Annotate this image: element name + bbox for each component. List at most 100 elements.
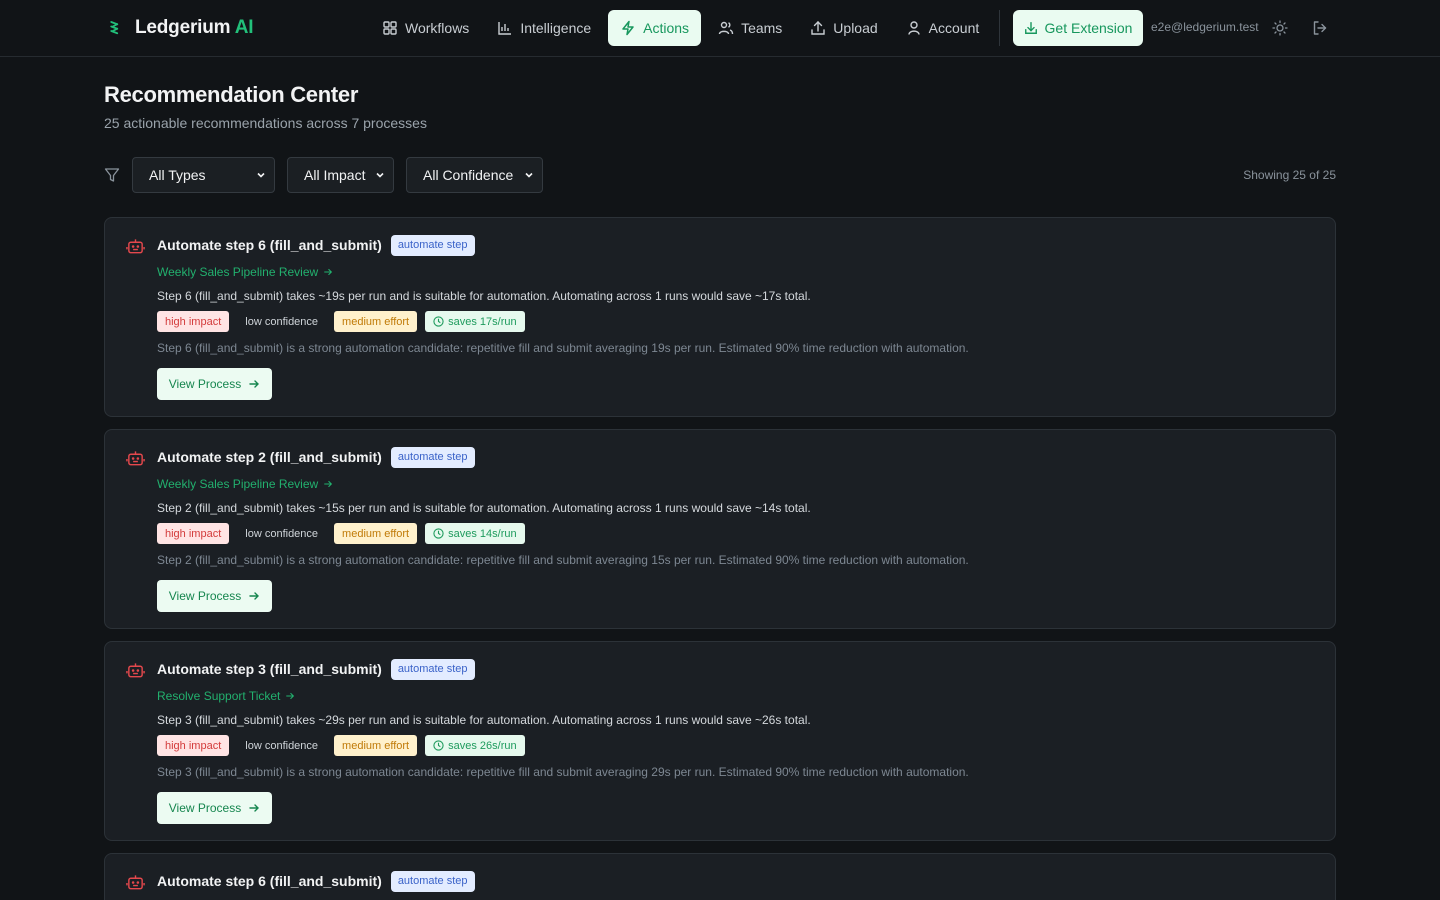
get-extension-label: Get Extension [1044, 20, 1133, 36]
recommendation-description: Step 6 (fill_and_submit) takes ~19s per … [157, 289, 811, 303]
brand-name: Ledgerium AI [135, 17, 254, 38]
results-count: Showing 25 of 25 [1243, 168, 1336, 182]
chevron-down-icon [376, 172, 384, 178]
arrow-right-icon [324, 480, 333, 488]
metric-badges: high impact low confidence medium effort… [157, 523, 525, 544]
view-process-label: View Process [168, 589, 242, 603]
nav-actions-label: Actions [643, 20, 690, 36]
recommendation-rationale: Step 3 (fill_and_submit) is a strong aut… [157, 765, 969, 779]
recommendation-title: Automate step 2 (fill_and_submit) [157, 449, 382, 465]
download-icon [1024, 22, 1037, 34]
view-process-button[interactable]: View Process [157, 792, 272, 824]
process-link-label: Weekly Sales Pipeline Review [157, 265, 319, 279]
impact-filter-value: All Impact [304, 167, 366, 183]
arrow-right-icon [249, 592, 260, 600]
clock-icon [433, 740, 444, 751]
upload-icon [811, 21, 825, 35]
impact-badge: high impact [157, 735, 230, 756]
arrow-right-icon [249, 804, 260, 812]
users-icon [718, 21, 734, 35]
recommendation-title: Automate step 3 (fill_and_submit) [157, 661, 382, 677]
process-link-label: Resolve Support Ticket [157, 689, 281, 703]
savings-badge: saves 14s/run [425, 523, 525, 544]
effort-badge: medium effort [334, 311, 418, 332]
logout-icon [1313, 21, 1327, 35]
impact-badge: high impact [157, 311, 230, 332]
page-subtitle: 25 actionable recommendations across 7 p… [104, 115, 427, 131]
confidence-filter-value: All Confidence [423, 167, 514, 183]
type-filter-value: All Types [149, 167, 206, 183]
effort-badge: medium effort [334, 523, 418, 544]
view-process-label: View Process [168, 377, 242, 391]
robot-icon [126, 239, 145, 254]
recommendation-title: Automate step 6 (fill_and_submit) [157, 237, 382, 253]
robot-icon [126, 663, 145, 678]
nav-workflows-label: Workflows [405, 20, 470, 36]
card-header: Automate step 6 (fill_and_submit) automa… [157, 870, 475, 892]
chevron-down-icon [525, 172, 533, 178]
nav-divider [999, 10, 1000, 46]
filter-icon [104, 168, 120, 182]
process-link[interactable]: Resolve Support Ticket [157, 689, 295, 703]
main-nav: Workflows Intelligence Actions Teams Upl… [371, 10, 996, 46]
recommendation-card: Automate step 6 (fill_and_submit) automa… [104, 853, 1336, 900]
robot-icon [126, 875, 145, 890]
recommendation-description: Step 3 (fill_and_submit) takes ~29s per … [157, 713, 811, 727]
user-email: e2e@ledgerium.test [1151, 20, 1259, 34]
arrow-right-icon [324, 268, 333, 276]
sun-icon [1272, 20, 1288, 36]
impact-badge: high impact [157, 523, 230, 544]
effort-badge: medium effort [334, 735, 418, 756]
robot-icon [126, 451, 145, 466]
brand-logo[interactable]: Ledgerium AI [107, 16, 254, 40]
confidence-badge: low confidence [245, 315, 319, 328]
view-process-button[interactable]: View Process [157, 580, 272, 612]
nav-teams[interactable]: Teams [707, 10, 793, 46]
metric-badges: high impact low confidence medium effort… [157, 735, 525, 756]
savings-label: saves 26s/run [448, 739, 517, 752]
lightning-icon [622, 20, 634, 36]
recommendation-description: Step 2 (fill_and_submit) takes ~15s per … [157, 501, 811, 515]
savings-badge: saves 17s/run [425, 311, 525, 332]
recommendation-card: Automate step 3 (fill_and_submit) automa… [104, 641, 1336, 841]
filter-bar: All Types All Impact All Confidence [104, 157, 555, 193]
nav-account[interactable]: Account [895, 10, 991, 46]
top-navigation-bar: Ledgerium AI Workflows Intelligence Acti… [0, 0, 1440, 57]
arrow-right-icon [286, 692, 295, 700]
card-header: Automate step 6 (fill_and_submit) automa… [157, 234, 475, 256]
type-badge: automate step [390, 234, 475, 256]
user-icon [907, 21, 920, 35]
view-process-button[interactable]: View Process [157, 368, 272, 400]
impact-filter-select[interactable]: All Impact [287, 157, 394, 193]
process-link[interactable]: Weekly Sales Pipeline Review [157, 265, 333, 279]
confidence-badge: low confidence [245, 527, 319, 540]
savings-label: saves 14s/run [448, 527, 517, 540]
type-badge: automate step [390, 658, 475, 680]
process-link[interactable]: Weekly Sales Pipeline Review [157, 477, 333, 491]
recommendation-rationale: Step 2 (fill_and_submit) is a strong aut… [157, 553, 969, 567]
view-process-label: View Process [168, 801, 242, 815]
bar-chart-icon [498, 22, 512, 35]
confidence-badge: low confidence [245, 739, 319, 752]
theme-toggle-button[interactable] [1270, 18, 1290, 38]
clock-icon [433, 316, 444, 327]
confidence-filter-select[interactable]: All Confidence [406, 157, 543, 193]
get-extension-button[interactable]: Get Extension [1013, 10, 1143, 46]
nav-actions[interactable]: Actions [608, 10, 702, 46]
nav-account-label: Account [928, 20, 980, 36]
nav-workflows[interactable]: Workflows [371, 10, 480, 46]
ledger-logo-icon [107, 17, 123, 39]
recommendation-card: Automate step 6 (fill_and_submit) automa… [104, 217, 1336, 417]
logout-button[interactable] [1310, 18, 1330, 38]
card-header: Automate step 3 (fill_and_submit) automa… [157, 658, 475, 680]
type-badge: automate step [390, 870, 475, 892]
recommendation-card: Automate step 2 (fill_and_submit) automa… [104, 429, 1336, 629]
card-header: Automate step 2 (fill_and_submit) automa… [157, 446, 475, 468]
nav-intelligence-label: Intelligence [520, 20, 592, 36]
type-badge: automate step [390, 446, 475, 468]
grid-icon [383, 21, 397, 35]
nav-intelligence[interactable]: Intelligence [486, 10, 602, 46]
nav-upload[interactable]: Upload [799, 10, 888, 46]
type-filter-select[interactable]: All Types [132, 157, 275, 193]
recommendation-title: Automate step 6 (fill_and_submit) [157, 873, 382, 889]
